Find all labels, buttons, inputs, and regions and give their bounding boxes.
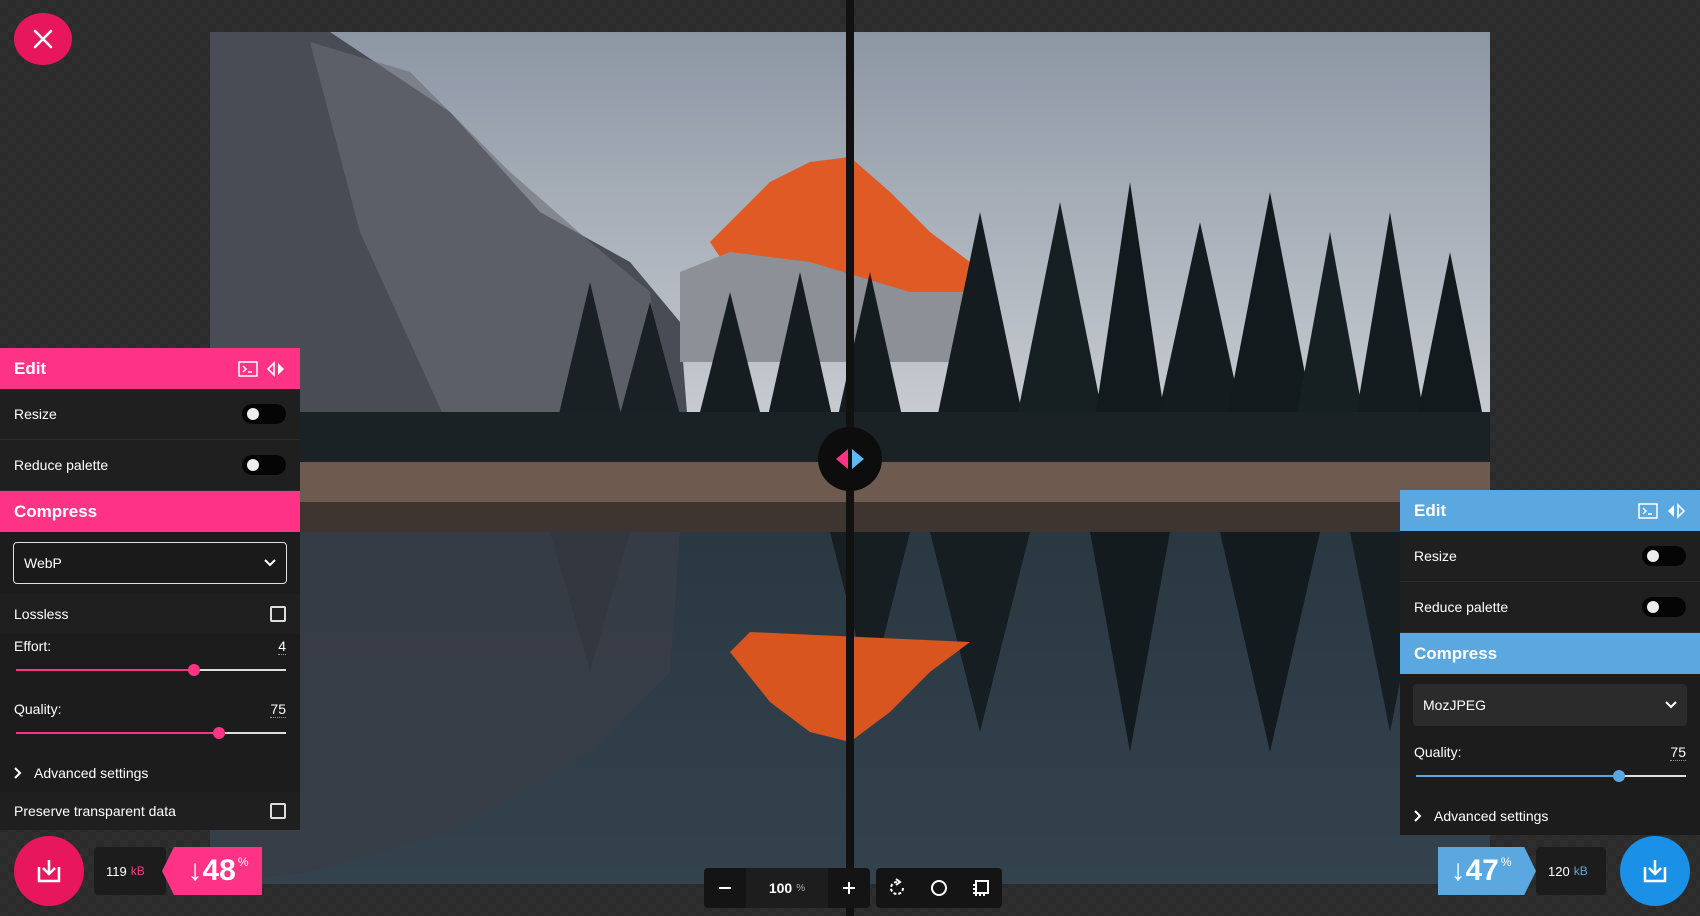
effort-label: Effort: [14, 638, 52, 654]
swap-sides-icon[interactable] [1666, 502, 1686, 519]
compress-header: Compress [1400, 633, 1700, 674]
advanced-settings-label: Advanced settings [1434, 808, 1549, 824]
lossless-checkbox[interactable] [270, 606, 286, 622]
resize-row: Resize [0, 389, 300, 440]
quality-value[interactable]: 75 [270, 701, 286, 718]
background-toggle-button[interactable] [918, 868, 960, 908]
quality-slider-row: Quality: 75 [0, 671, 300, 739]
resize-toggle[interactable] [242, 404, 286, 424]
chevron-right-icon [14, 767, 22, 779]
effort-slider[interactable] [16, 664, 286, 676]
quality-slider-knob[interactable] [1612, 770, 1625, 782]
preserve-transparent-label: Preserve transparent data [14, 803, 176, 819]
reduce-palette-toggle[interactable] [242, 455, 286, 475]
reduce-palette-toggle[interactable] [1642, 597, 1686, 617]
quality-label: Quality: [1414, 744, 1462, 760]
zoom-unit: % [796, 882, 806, 894]
quality-label: Quality: [14, 701, 62, 717]
close-button[interactable] [14, 13, 72, 65]
compress-title: Compress [14, 501, 98, 521]
quality-slider-knob[interactable] [212, 727, 225, 739]
swap-sides-icon[interactable] [266, 360, 286, 377]
left-reduction-badge: ↓48 % [162, 847, 262, 895]
edit-header: Edit [1400, 490, 1700, 531]
chevron-down-icon [264, 559, 276, 567]
arrow-right-icon [852, 449, 864, 469]
fit-icon [973, 880, 989, 896]
chevron-right-icon [1414, 810, 1422, 822]
terminal-icon[interactable] [238, 360, 258, 377]
right-options-panel: Edit Resize Reduce palette Compress MozJ… [1400, 490, 1700, 835]
terminal-icon[interactable] [1638, 502, 1658, 519]
codec-select[interactable]: MozJPEG [1413, 684, 1687, 726]
quality-value[interactable]: 75 [1670, 744, 1686, 761]
background-toggle-icon [931, 880, 947, 896]
lossless-row: Lossless [0, 594, 300, 634]
zoom-value-input[interactable]: 100 % [746, 868, 828, 908]
effort-value[interactable]: 4 [278, 638, 286, 655]
advanced-settings-toggle[interactable]: Advanced settings [0, 754, 300, 792]
quality-slider-row: Quality: 75 [1400, 736, 1700, 782]
lossless-label: Lossless [14, 606, 69, 622]
reduce-palette-row: Reduce palette [0, 440, 300, 491]
resize-label: Resize [1414, 548, 1457, 564]
zoom-value: 100 [768, 880, 793, 896]
codec-select[interactable]: WebP [13, 542, 287, 584]
download-icon [37, 860, 61, 883]
right-size-unit: kB [1573, 864, 1588, 878]
reduce-palette-row: Reduce palette [1400, 582, 1700, 633]
quality-slider[interactable] [16, 727, 286, 739]
resize-label: Resize [14, 406, 57, 422]
download-right-button[interactable] [1620, 836, 1690, 906]
close-icon [33, 29, 53, 49]
right-reduction-sign: % [1500, 855, 1512, 869]
compress-header: Compress [0, 491, 300, 532]
plus-icon [843, 882, 855, 894]
chevron-down-icon [1665, 701, 1677, 709]
fit-button[interactable] [960, 868, 1002, 908]
quality-slider-fill [16, 732, 219, 734]
arrow-left-icon [836, 449, 848, 469]
download-icon [1643, 860, 1667, 883]
download-left-button[interactable] [14, 836, 84, 906]
zoom-toolbar: 100 % [704, 868, 1002, 908]
right-file-size: 120 kB [1536, 847, 1606, 895]
right-reduction-badge: ↓47 % [1438, 847, 1536, 895]
right-size-value: 120 [1548, 863, 1570, 879]
preserve-transparent-checkbox[interactable] [270, 803, 286, 819]
zoom-in-button[interactable] [828, 868, 870, 908]
left-file-size: 119 kB [94, 847, 166, 895]
rotate-button[interactable] [876, 868, 918, 908]
zoom-controls: 100 % [704, 868, 870, 908]
resize-toggle[interactable] [1642, 546, 1686, 566]
edit-title: Edit [1414, 500, 1447, 520]
rotate-icon [890, 878, 904, 895]
reduce-palette-label: Reduce palette [1414, 599, 1509, 615]
left-reduction-value: ↓48 [187, 854, 236, 887]
edit-title: Edit [14, 358, 47, 378]
advanced-settings-toggle[interactable]: Advanced settings [1400, 797, 1700, 835]
effort-slider-row: Effort: 4 [0, 634, 300, 676]
left-size-value: 119 [106, 863, 127, 879]
left-size-unit: kB [130, 864, 145, 878]
minus-icon [719, 887, 731, 889]
codec-value: MozJPEG [1423, 697, 1487, 713]
codec-value: WebP [24, 555, 62, 571]
left-reduction-sign: % [237, 855, 249, 869]
quality-slider-fill [1416, 775, 1619, 777]
quality-slider[interactable] [1416, 770, 1686, 782]
left-options-panel: Edit Resize Reduce palette Compress WebP… [0, 348, 300, 830]
resize-row: Resize [1400, 531, 1700, 582]
edit-header: Edit [0, 348, 300, 389]
view-controls [876, 868, 1002, 908]
effort-slider-fill [16, 669, 195, 671]
advanced-settings-label: Advanced settings [34, 765, 149, 781]
preserve-transparent-row: Preserve transparent data [0, 792, 300, 830]
compress-title: Compress [1414, 643, 1498, 663]
right-reduction-value: ↓47 [1450, 854, 1499, 887]
reduce-palette-label: Reduce palette [14, 457, 109, 473]
compare-handle[interactable] [818, 427, 882, 491]
zoom-out-button[interactable] [704, 868, 746, 908]
